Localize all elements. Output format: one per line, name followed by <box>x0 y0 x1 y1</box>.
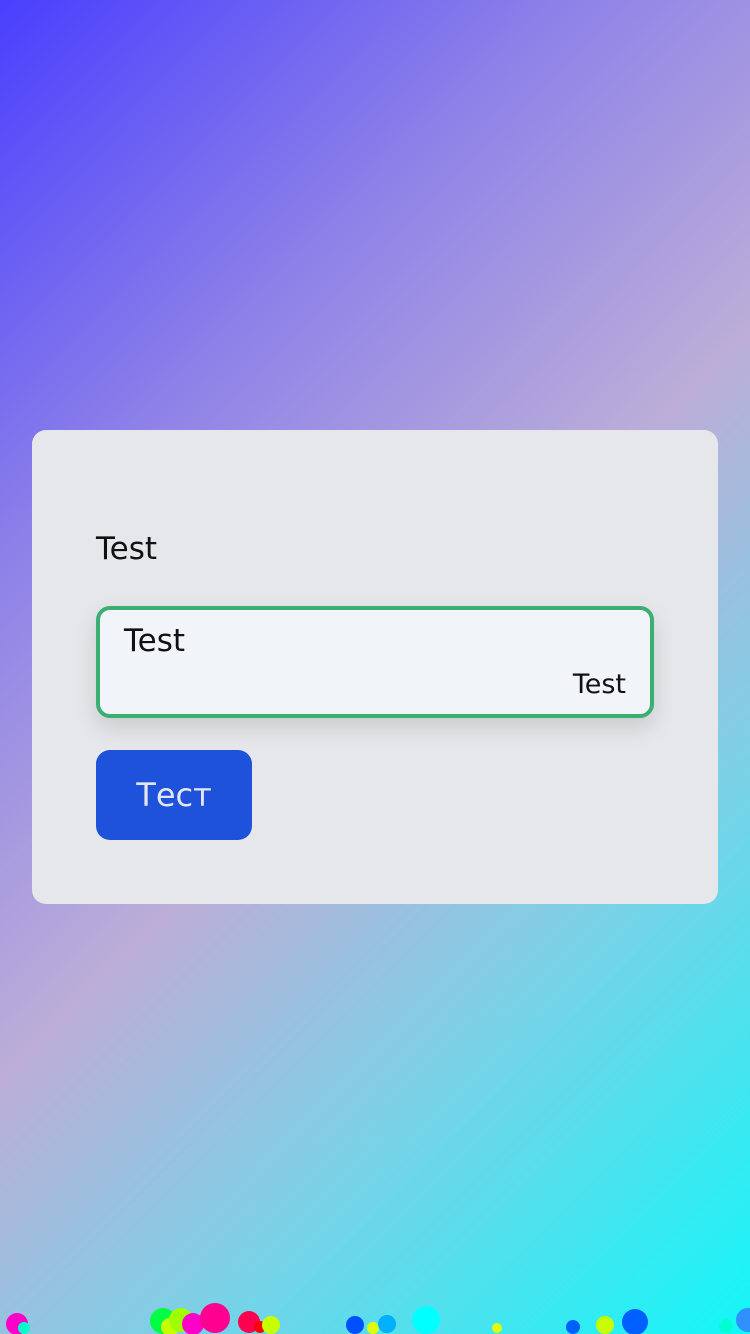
confetti-dot <box>346 1316 364 1334</box>
text-input-field[interactable]: Test Test <box>96 606 654 718</box>
confetti-dot <box>412 1306 440 1334</box>
confetti-dot <box>378 1315 396 1333</box>
confetti-dot <box>367 1322 379 1334</box>
submit-button[interactable]: Тест <box>96 750 252 840</box>
confetti-dot <box>719 1319 733 1333</box>
confetti-dot <box>492 1323 502 1333</box>
confetti-dot <box>622 1309 648 1334</box>
confetti-dot <box>262 1316 280 1334</box>
confetti-dot <box>150 1308 176 1334</box>
confetti-dot <box>161 1318 179 1334</box>
confetti-dot <box>254 1321 266 1333</box>
confetti-dot <box>6 1313 28 1334</box>
input-value: Test <box>124 623 186 659</box>
confetti-dot <box>566 1320 580 1334</box>
field-label: Test <box>96 531 158 567</box>
confetti-dot <box>182 1313 204 1334</box>
input-hint: Test <box>572 669 626 700</box>
confetti-dot <box>736 1308 750 1332</box>
confetti-dot <box>596 1316 614 1334</box>
confetti-dot <box>18 1322 30 1334</box>
confetti-dot <box>238 1311 260 1333</box>
confetti-dot <box>200 1303 230 1333</box>
confetti-dot <box>169 1308 193 1332</box>
dialog-card: Test Test Test Тест <box>32 430 718 904</box>
